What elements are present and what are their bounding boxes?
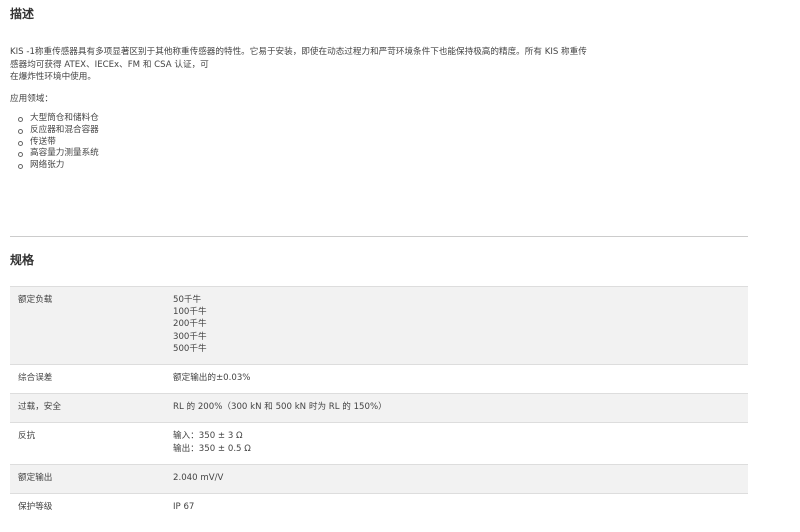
spec-key: 综合误差 — [10, 364, 165, 394]
description-line: KIS -1称重传感器具有多项显著区别于其他称重传感器的特性。它易于安装，即使在… — [10, 47, 587, 57]
spec-value-line: 500千牛 — [173, 343, 207, 354]
list-item: 反应器和混合容器 — [18, 125, 748, 137]
spec-key: 反抗 — [10, 422, 165, 465]
spec-value-line: IP 67 — [173, 502, 195, 513]
table-row: 额定输出 2.040 mV/V — [10, 463, 748, 494]
spec-value-line: 300千牛 — [173, 331, 207, 342]
spec-key: 额定输出 — [10, 463, 165, 494]
spec-value: 输入：350 ± 3 Ω 输出：350 ± 0.5 Ω — [165, 422, 748, 465]
spec-value-line: 200千牛 — [173, 319, 207, 330]
description-section: 描述 KIS -1称重传感器具有多项显著区别于其他称重传感器的特性。它易于安装，… — [10, 6, 748, 172]
spec-key: 过载，安全 — [10, 393, 165, 423]
table-row: 综合误差 额定输出的±0.03% — [10, 364, 748, 394]
spec-value-line: 2.040 mV/V — [173, 472, 224, 483]
spec-key: 额定负载 — [10, 285, 165, 365]
list-item: 传送带 — [18, 137, 748, 149]
table-row: 反抗 输入：350 ± 3 Ω 输出：350 ± 0.5 Ω — [10, 422, 748, 465]
list-item: 高容量力测量系统 — [18, 148, 748, 160]
list-item: 大型筒仓和储料仓 — [18, 113, 748, 125]
spec-value: IP 67 — [165, 493, 748, 523]
description-paragraph: KIS -1称重传感器具有多项显著区别于其他称重传感器的特性。它易于安装，即使在… — [10, 46, 748, 84]
description-line: 感器均可获得 ATEX、IECEx、FM 和 CSA 认证，可 — [10, 59, 209, 70]
applications-list: 大型筒仓和储料仓 反应器和混合容器 传送带 高容量力测量系统 网络张力 — [10, 113, 748, 172]
spec-value: 额定输出的±0.03% — [165, 364, 748, 394]
section-divider — [10, 236, 748, 237]
specs-heading: 规格 — [10, 253, 35, 267]
spec-value-line: 额定输出的±0.03% — [173, 373, 251, 384]
description-line: 在爆炸性环境中使用。 — [10, 72, 96, 82]
spec-value: 50千牛 100千牛 200千牛 300千牛 500千牛 — [165, 285, 748, 365]
spec-value: RL 的 200%（300 kN 和 500 kN 时为 RL 的 150%） — [165, 393, 748, 423]
specs-table: 额定负载 50千牛 100千牛 200千牛 300千牛 500千牛 综合误差 额… — [10, 285, 748, 523]
list-item: 网络张力 — [18, 160, 748, 172]
spec-value: 2.040 mV/V — [165, 463, 748, 494]
specs-section: 规格 额定负载 50千牛 100千牛 200千牛 300千牛 500千牛 综合误… — [10, 252, 748, 523]
table-row: 过载，安全 RL 的 200%（300 kN 和 500 kN 时为 RL 的 … — [10, 393, 748, 423]
spec-value-line: 输入：350 ± 3 Ω — [173, 431, 243, 442]
description-heading: 描述 — [10, 7, 35, 21]
table-row: 额定负载 50千牛 100千牛 200千牛 300千牛 500千牛 — [10, 285, 748, 365]
applications-label: 应用领域： — [10, 93, 53, 104]
spec-value-line: 50千牛 — [173, 295, 202, 305]
spec-value-line: RL 的 200%（300 kN 和 500 kN 时为 RL 的 150%） — [173, 402, 387, 413]
spec-value-line: 100千牛 — [173, 307, 207, 318]
product-page: 描述 KIS -1称重传感器具有多项显著区别于其他称重传感器的特性。它易于安装，… — [0, 0, 800, 532]
spec-value-line: 输出：350 ± 0.5 Ω — [173, 443, 251, 454]
table-row: 保护等级 IP 67 — [10, 493, 748, 523]
spec-key: 保护等级 — [10, 493, 165, 523]
